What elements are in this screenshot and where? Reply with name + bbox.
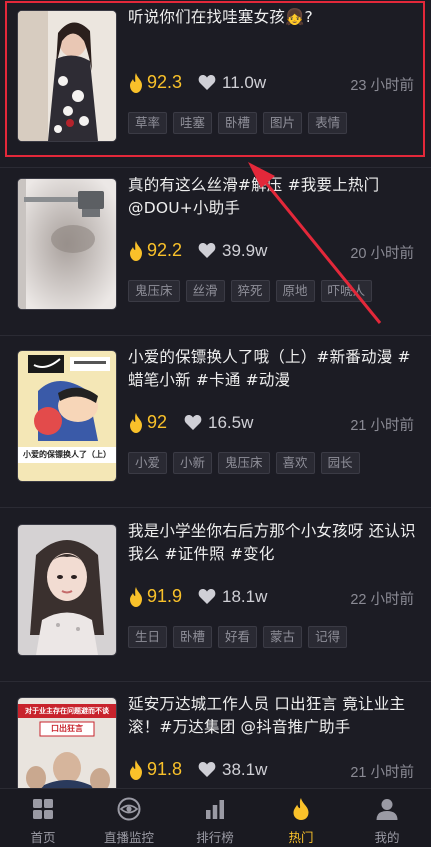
video-thumbnail[interactable]: 对于业主存在问题避而不谈 口出狂言	[17, 697, 117, 788]
hot-video-feed[interactable]: 听说你们在找哇塞女孩👧? 92.3 11.0w 23 小时前 草率 哇塞 卧槽 图片表…	[0, 0, 431, 788]
tag-chip[interactable]: 小爱	[128, 452, 168, 474]
tag-list: 小爱 小新 鬼压床 喜欢 园长	[128, 452, 428, 474]
post-time: 23 小时前	[350, 78, 414, 94]
like-count: 39.9w	[222, 241, 268, 260]
video-stats: 91.9 18.1w 22 小时前	[128, 586, 420, 610]
video-stats: 92.3 11.0w 23 小时前	[128, 72, 420, 96]
nav-label: 直播监控	[103, 830, 154, 845]
video-title[interactable]: 延安万达城工作人员 口出狂言 竟让业主滚！#万达集团 @抖音推广助手	[128, 693, 418, 739]
tag-chip[interactable]: 图片	[263, 112, 303, 134]
user-icon	[376, 799, 398, 820]
nav-item-profile[interactable]: 我的	[344, 789, 430, 847]
tag-chip[interactable]: 小新	[173, 452, 213, 474]
nav-item-live-monitor[interactable]: 直播监控	[86, 789, 172, 847]
video-stats: 92 16.5w 21 小时前	[128, 412, 420, 436]
hot-score: 91.8	[147, 759, 183, 779]
hot-list-page: 听说你们在找哇塞女孩👧? 92.3 11.0w 23 小时前 草率 哇塞 卧槽 图片表…	[0, 0, 431, 847]
hot-score: 92.3	[147, 72, 183, 92]
tag-chip[interactable]: 表情	[308, 112, 348, 134]
tag-chip[interactable]: 园长	[320, 452, 360, 474]
post-time: 21 小时前	[350, 765, 414, 781]
list-item[interactable]: 小爱的保镖换人了（上） 小爱的保镖换人了哦（上）#新番动漫 #蜡笔小新 #卡通 …	[0, 340, 431, 508]
flame-icon	[130, 73, 142, 93]
bar-chart-icon	[206, 800, 224, 819]
nav-label: 我的	[374, 830, 400, 845]
nav-label: 排行榜	[196, 830, 234, 845]
flame-icon	[130, 241, 142, 261]
tag-list: 生日 卧槽 好看 蒙古 记得	[128, 626, 428, 648]
thumbnail-caption: 小爱的保镖换人了（上）	[23, 450, 111, 459]
video-title[interactable]: 真的有这么丝滑#解压 #我要上热门 @DOU+小助手	[128, 174, 418, 220]
tag-list: 草率 哇塞 卧槽 图片 表情	[128, 112, 428, 134]
bottom-navigation: 首页 直播监控 排行榜 热门 我的	[0, 788, 431, 847]
video-thumbnail[interactable]	[17, 524, 117, 656]
tag-chip[interactable]: 原地	[275, 280, 315, 302]
like-count: 18.1w	[222, 587, 268, 606]
thumbnail-caption: 对于业主存在问题避而不谈	[25, 707, 109, 715]
video-stats: 92.2 39.9w 20 小时前	[128, 240, 420, 264]
tag-chip[interactable]: 卧槽	[218, 112, 258, 134]
thumbnail-image	[18, 351, 116, 481]
thumbnail-image	[18, 525, 116, 655]
heart-icon	[198, 762, 216, 777]
nav-label: 首页	[30, 830, 56, 845]
eye-icon	[117, 797, 141, 821]
nav-item-home[interactable]: 首页	[0, 789, 86, 847]
grid-icon	[33, 799, 53, 819]
tag-chip[interactable]: 卧槽	[173, 626, 213, 648]
heart-icon	[184, 415, 202, 430]
nav-label: 热门	[288, 830, 314, 845]
flame-icon	[130, 587, 142, 607]
post-time: 22 小时前	[350, 592, 414, 608]
post-time: 21 小时前	[350, 418, 414, 434]
flame-icon	[130, 413, 142, 433]
video-title[interactable]: 小爱的保镖换人了哦（上）#新番动漫 #蜡笔小新 #卡通 #动漫	[128, 346, 418, 392]
video-title[interactable]: 听说你们在找哇塞女孩👧?	[128, 6, 418, 29]
tag-chip[interactable]: 猝死	[230, 280, 270, 302]
tag-chip[interactable]: 好看	[218, 626, 258, 648]
list-item[interactable]: 对于业主存在问题避而不谈 口出狂言 延安万达城工作人员 口出狂言 竟让业主滚！#…	[0, 687, 431, 788]
tag-chip[interactable]: 哇塞	[173, 112, 213, 134]
heart-icon	[198, 75, 216, 90]
heart-icon	[198, 243, 216, 258]
list-item[interactable]: 听说你们在找哇塞女孩👧? 92.3 11.0w 23 小时前 草率 哇塞 卧槽 图片表…	[0, 0, 431, 168]
tag-chip[interactable]: 草率	[128, 112, 168, 134]
like-count: 16.5w	[208, 413, 254, 432]
tag-chip[interactable]: 喜欢	[275, 452, 315, 474]
flame-icon	[293, 798, 309, 820]
nav-item-hot[interactable]: 热门	[258, 789, 344, 847]
list-item[interactable]: 真的有这么丝滑#解压 #我要上热门 @DOU+小助手 92.2 39.9w 20…	[0, 168, 431, 336]
thumbnail-image	[18, 11, 116, 141]
post-time: 20 小时前	[350, 246, 414, 262]
tag-chip[interactable]: 生日	[128, 626, 168, 648]
video-title[interactable]: 我是小学坐你右后方那个小女孩呀 还认识我么 #证件照 #变化	[128, 520, 418, 566]
video-thumbnail[interactable]: 小爱的保镖换人了（上）	[17, 350, 117, 482]
tag-chip[interactable]: 蒙古	[263, 626, 303, 648]
flame-icon	[130, 760, 142, 780]
video-stats: 91.8 38.1w 21 小时前	[128, 759, 420, 783]
hot-score: 91.9	[147, 586, 183, 606]
tag-chip[interactable]: 鬼压床	[128, 280, 180, 302]
nav-item-ranking[interactable]: 排行榜	[172, 789, 258, 847]
tag-chip[interactable]: 鬼压床	[218, 452, 270, 474]
list-item[interactable]: 我是小学坐你右后方那个小女孩呀 还认识我么 #证件照 #变化 91.9 18.1…	[0, 514, 431, 682]
heart-icon	[198, 589, 216, 604]
thumbnail-caption-2: 口出狂言	[51, 724, 83, 733]
hot-score: 92.2	[147, 240, 183, 260]
like-count: 11.0w	[222, 73, 267, 92]
like-count: 38.1w	[222, 760, 268, 779]
hot-score: 92	[147, 412, 168, 432]
tag-chip[interactable]: 吓唬人	[320, 280, 373, 302]
tag-chip[interactable]: 丝滑	[185, 280, 225, 302]
video-thumbnail[interactable]	[17, 178, 117, 310]
tag-chip[interactable]: 记得	[308, 626, 348, 648]
tag-list: 鬼压床 丝滑 猝死 原地 吓唬人	[128, 280, 428, 302]
thumbnail-image	[18, 179, 116, 309]
video-thumbnail[interactable]	[17, 10, 117, 142]
